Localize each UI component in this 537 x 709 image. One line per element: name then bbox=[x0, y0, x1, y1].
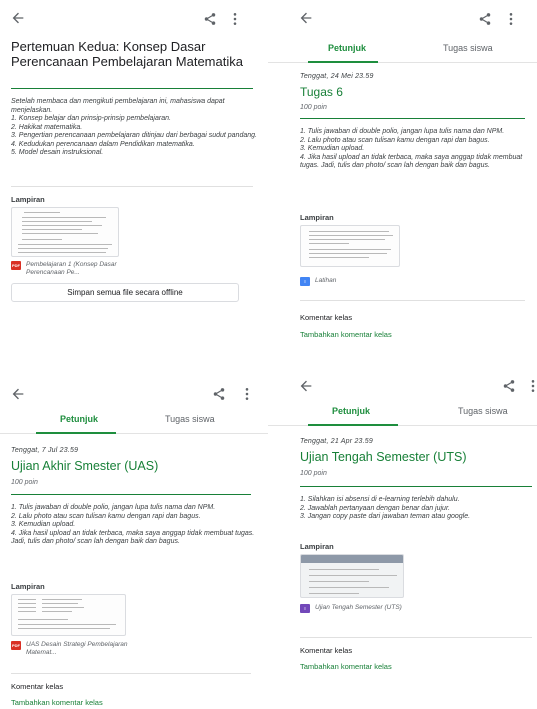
instruction-line: 1. Tulis jawaban di double polio, jangan… bbox=[11, 504, 216, 511]
top-app-bar bbox=[268, 372, 537, 402]
top-app-bar bbox=[0, 380, 268, 410]
description-line: Setelah membaca dan mengikuti pembelajar… bbox=[11, 98, 225, 114]
page-title: Pertemuan Kedua: Konsep Dasar Perencanaa… bbox=[11, 39, 243, 69]
tab-student-work[interactable]: Tugas siswa bbox=[458, 406, 508, 416]
section-divider bbox=[300, 637, 532, 638]
description-line: 2. Hakikat matematika. bbox=[11, 123, 83, 131]
assignment-detail-panel: Petunjuk Tugas siswa Tenggat, 7 Jul 23.5… bbox=[0, 354, 268, 709]
attachment-thumbnail[interactable] bbox=[11, 207, 119, 257]
attachments-heading: Lampiran bbox=[11, 195, 45, 204]
description-line: 4. Kedudukan perencanaan dalam Pendidika… bbox=[11, 140, 195, 148]
arrow-back-icon[interactable] bbox=[298, 10, 314, 26]
material-detail-panel: Pertemuan Kedua: Konsep Dasar Perencanaa… bbox=[0, 0, 268, 354]
attachment-name: UAS Desain Strategi Pembelajaran Matemat… bbox=[26, 641, 128, 657]
active-tab-indicator bbox=[308, 424, 398, 426]
tab-instructions[interactable]: Petunjuk bbox=[328, 43, 366, 53]
title-divider bbox=[11, 88, 253, 89]
attachment-name: Latihan bbox=[315, 277, 337, 284]
instruction-line: 2. Lalu photo atau scan tulisan kamu den… bbox=[300, 136, 490, 144]
attachments-heading: Lampiran bbox=[300, 542, 334, 551]
attachment-item[interactable]: PDF UAS Desain Strategi Pembelajaran Mat… bbox=[11, 641, 151, 657]
instruction-line: 2. Lalu photo atau scan tulisan kamu den… bbox=[11, 512, 201, 520]
arrow-back-icon[interactable] bbox=[10, 386, 26, 402]
description-line: 1. Konsep belajar dan prinsip-prinsip pe… bbox=[11, 115, 171, 123]
tab-bar: Petunjuk Tugas siswa bbox=[268, 37, 537, 63]
more-vert-icon[interactable] bbox=[530, 379, 536, 393]
attachment-item[interactable]: ≡ Latihan bbox=[300, 277, 336, 286]
assignment-title: Ujian Akhir Smester (UAS) bbox=[11, 459, 159, 473]
tab-bar: Petunjuk Tugas siswa bbox=[268, 400, 537, 426]
add-class-comment-button[interactable]: Tambahkan komentar kelas bbox=[11, 698, 103, 707]
more-vert-icon[interactable] bbox=[244, 387, 250, 401]
instruction-line: 1. Tulis jawaban di double polio, jangan… bbox=[300, 128, 505, 135]
points: 100 poin bbox=[300, 470, 327, 477]
attachment-thumbnail[interactable] bbox=[11, 594, 126, 636]
instruction-line: 4. Jika hasil upload an tidak terbaca, m… bbox=[11, 529, 255, 546]
attachment-item[interactable]: PDF Pembelajaran 1 (Konsep Dasar Perenca… bbox=[11, 261, 141, 277]
more-vert-icon[interactable] bbox=[508, 12, 514, 26]
section-divider bbox=[300, 300, 525, 301]
attachment-name: Pembelajaran 1 (Konsep Dasar Perencanaan… bbox=[26, 261, 117, 277]
tab-instructions[interactable]: Petunjuk bbox=[332, 406, 370, 416]
attachments-heading: Lampiran bbox=[300, 213, 334, 222]
due-date: Tenggat, 24 Mei 23.59 bbox=[300, 73, 374, 80]
assignment-title: Ujian Tengah Semester (UTS) bbox=[300, 450, 467, 464]
attachments-heading: Lampiran bbox=[11, 582, 45, 591]
assignment-detail-panel: Petunjuk Tugas siswa Tenggat, 24 Mei 23.… bbox=[268, 0, 537, 354]
tab-instructions[interactable]: Petunjuk bbox=[60, 414, 98, 424]
attachment-name: Ujian Tengah Semester (UTS) bbox=[315, 604, 402, 611]
active-tab-indicator bbox=[36, 432, 116, 434]
assignment-title: Tugas 6 bbox=[300, 85, 343, 99]
points: 100 poin bbox=[300, 104, 327, 111]
arrow-back-icon[interactable] bbox=[298, 378, 314, 394]
top-app-bar bbox=[0, 4, 268, 34]
section-divider bbox=[11, 186, 253, 187]
attachment-item[interactable]: ≡ Ujian Tengah Semester (UTS) bbox=[300, 604, 420, 613]
arrow-back-icon[interactable] bbox=[10, 10, 26, 26]
docs-file-icon: ≡ bbox=[300, 277, 310, 286]
class-comments-heading: Komentar kelas bbox=[11, 682, 64, 691]
class-comments-heading: Komentar kelas bbox=[300, 313, 353, 322]
instructions: 1. Silahkan isi absensi di e-learning te… bbox=[300, 496, 537, 522]
instructions: 1. Tulis jawaban di double polio, jangan… bbox=[11, 504, 259, 547]
title-divider bbox=[300, 118, 525, 119]
instruction-line: 3. Jangan copy paste dari jawaban teman … bbox=[300, 513, 471, 521]
share-icon[interactable] bbox=[502, 378, 516, 394]
instruction-line: 2. Jawablah pertanyaan dengan benar dan … bbox=[300, 504, 450, 512]
pdf-file-icon: PDF bbox=[11, 261, 21, 270]
instruction-line: 4. Jika hasil upload an tidak terbaca, m… bbox=[300, 153, 523, 170]
save-offline-button[interactable]: Simpan semua file secara offline bbox=[11, 283, 239, 302]
more-vert-icon[interactable] bbox=[232, 12, 238, 26]
forms-file-icon: ≡ bbox=[300, 604, 310, 613]
description-line: 3. Pengertian perencanaan pembelajaran d… bbox=[11, 132, 257, 140]
description-line: 5. Model desain instruksional. bbox=[11, 149, 104, 157]
points: 100 poin bbox=[11, 479, 38, 486]
instruction-line: 1. Silahkan isi absensi di e-learning te… bbox=[300, 496, 460, 503]
instructions: 1. Tulis jawaban di double polio, jangan… bbox=[300, 128, 532, 171]
attachment-thumbnail[interactable] bbox=[300, 554, 404, 598]
tab-bar: Petunjuk Tugas siswa bbox=[0, 408, 268, 434]
assignment-detail-panel: Petunjuk Tugas siswa Tenggat, 21 Apr 23.… bbox=[268, 354, 537, 709]
due-date: Tenggat, 7 Jul 23.59 bbox=[11, 447, 79, 454]
section-divider bbox=[11, 673, 251, 674]
material-description: Setelah membaca dan mengikuti pembelajar… bbox=[11, 98, 259, 158]
tab-student-work[interactable]: Tugas siswa bbox=[165, 414, 215, 424]
class-comments-heading: Komentar kelas bbox=[300, 646, 353, 655]
active-tab-indicator bbox=[308, 61, 378, 63]
top-app-bar bbox=[268, 4, 537, 34]
tab-student-work[interactable]: Tugas siswa bbox=[443, 43, 493, 53]
share-icon[interactable] bbox=[212, 386, 226, 402]
share-icon[interactable] bbox=[478, 11, 492, 27]
share-icon[interactable] bbox=[203, 11, 217, 27]
due-date: Tenggat, 21 Apr 23.59 bbox=[300, 438, 373, 445]
add-class-comment-button[interactable]: Tambahkan komentar kelas bbox=[300, 662, 392, 671]
instruction-line: 3. Kemudian upload. bbox=[11, 521, 76, 529]
title-divider bbox=[300, 486, 532, 487]
instruction-line: 3. Kemudian upload. bbox=[300, 145, 365, 153]
title-divider bbox=[11, 494, 251, 495]
pdf-file-icon: PDF bbox=[11, 641, 21, 650]
attachment-thumbnail[interactable] bbox=[300, 225, 400, 267]
add-class-comment-button[interactable]: Tambahkan komentar kelas bbox=[300, 330, 392, 339]
